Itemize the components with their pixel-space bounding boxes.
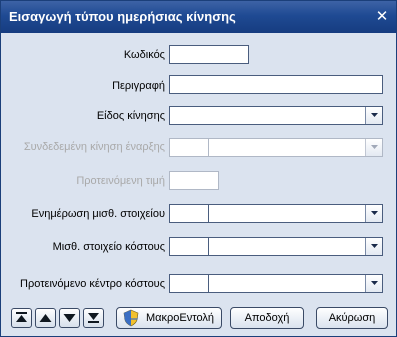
description-input[interactable] [169, 75, 383, 94]
macro-button[interactable]: ΜακροΕντολή [116, 307, 222, 329]
title-bar[interactable]: Εισαγωγή τύπου ημερήσιας κίνησης ✕ [1, 1, 396, 33]
nav-next-icon [63, 314, 76, 322]
suggested-value-label: Προτεινόμενη τιμή [76, 175, 165, 187]
form-body: Κωδικός Περιγραφή Είδος κίνησης Συνδεδεμ… [1, 33, 396, 336]
accept-button-label: Αποδοχή [244, 312, 290, 324]
nav-previous-button[interactable] [35, 308, 56, 328]
update-payroll-dropdown-button[interactable] [365, 205, 382, 222]
close-icon[interactable]: ✕ [372, 7, 392, 27]
shield-icon [123, 309, 139, 334]
linked-start-label: Συνδεδεμένη κίνηση έναρξης [23, 141, 165, 153]
chevron-down-icon [371, 211, 378, 215]
update-payroll-label: Ενημέρωση μισθ. στοιχείου [31, 208, 165, 220]
update-payroll-select[interactable] [208, 204, 383, 223]
chevron-down-icon [371, 281, 378, 285]
window-title: Εισαγωγή τύπου ημερήσιας κίνησης [9, 9, 236, 24]
chevron-down-icon [371, 113, 378, 117]
linked-start-dropdown-button [365, 139, 382, 156]
nav-first-button[interactable] [11, 308, 32, 328]
payroll-cost-select[interactable] [208, 237, 383, 256]
nav-next-button[interactable] [59, 308, 80, 328]
nav-first-icon [16, 312, 27, 322]
chevron-down-icon [371, 244, 378, 248]
suggested-cost-center-label: Προτεινόμενο κέντρο κόστους [20, 278, 165, 290]
nav-last-icon [88, 313, 99, 323]
dialog-window: Εισαγωγή τύπου ημερήσιας κίνησης ✕ Κωδικ… [0, 0, 397, 337]
payroll-cost-label: Μισθ. στοιχείο κόστους [52, 241, 165, 253]
cost-center-select[interactable] [208, 274, 383, 293]
update-payroll-code-input[interactable] [169, 204, 209, 223]
payroll-cost-dropdown-button[interactable] [365, 238, 382, 255]
payroll-cost-code-input[interactable] [169, 237, 209, 256]
nav-previous-icon [39, 314, 52, 322]
code-label: Κωδικός [123, 49, 165, 61]
description-label: Περιγραφή [112, 80, 165, 92]
movement-type-label: Είδος κίνησης [96, 110, 165, 122]
suggested-value-input [169, 171, 219, 190]
linked-start-code-input [169, 138, 209, 157]
chevron-down-icon [371, 145, 378, 149]
linked-start-select [208, 138, 383, 157]
cost-center-code-input[interactable] [169, 274, 209, 293]
movement-type-dropdown-button[interactable] [365, 107, 382, 124]
cancel-button-label: Ακύρωση [328, 312, 376, 324]
cost-center-dropdown-button[interactable] [365, 275, 382, 292]
nav-last-button[interactable] [83, 308, 104, 328]
movement-type-select[interactable] [169, 106, 383, 125]
cancel-button[interactable]: Ακύρωση [316, 307, 388, 329]
accept-button[interactable]: Αποδοχή [230, 307, 304, 329]
code-input[interactable] [169, 45, 249, 64]
